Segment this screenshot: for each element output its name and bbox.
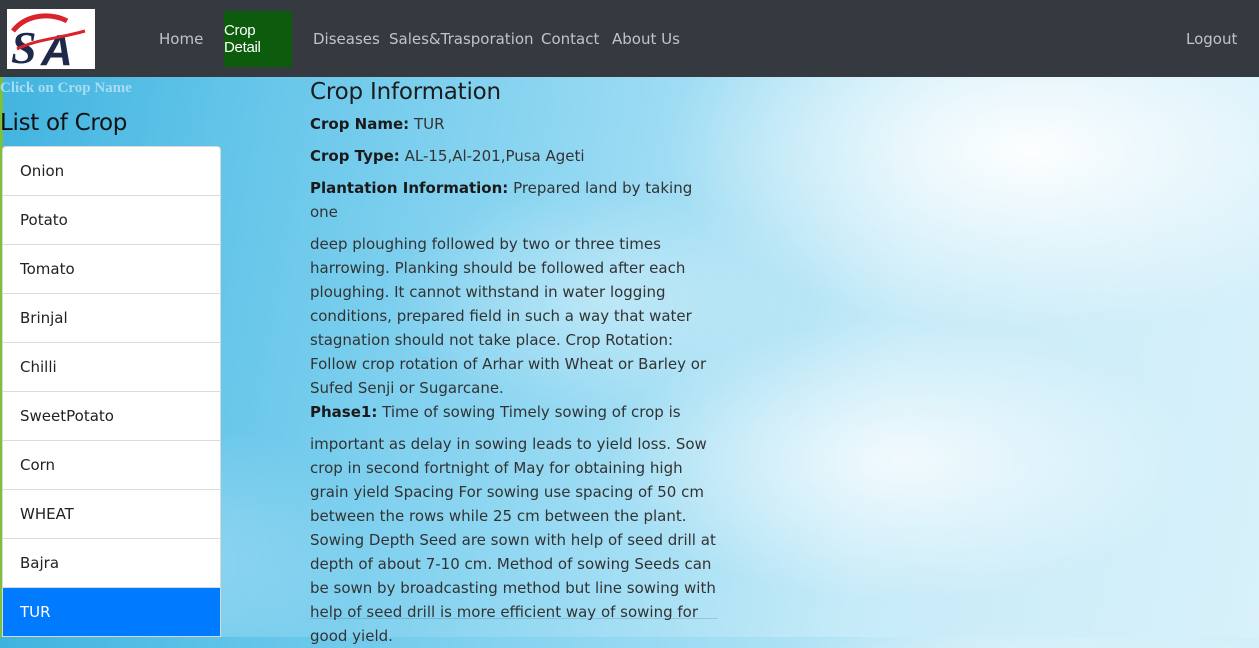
logo-icon: S A	[11, 13, 86, 75]
logout-link[interactable]: Logout	[1186, 30, 1237, 48]
crop-name-label: Crop Name:	[310, 115, 410, 133]
sidebar-hint: Click on Crop Name	[0, 80, 132, 96]
crop-type-label: Crop Type:	[310, 147, 400, 165]
nav-about-us[interactable]: About Us	[612, 30, 680, 48]
crop-info-heading: Crop Information	[310, 79, 501, 105]
sidebar-title: List of Crop	[0, 110, 128, 136]
crop-item-tur[interactable]: TUR	[3, 588, 220, 636]
nav-home[interactable]: Home	[159, 30, 203, 48]
svg-text:A: A	[40, 26, 73, 69]
nav-contact[interactable]: Contact	[541, 30, 599, 48]
crop-item-potato[interactable]: Potato	[3, 196, 220, 245]
plantation-text: deep ploughing followed by two or three …	[310, 235, 707, 397]
crop-list: Onion Potato Tomato Brinjal Chilli Sweet…	[2, 146, 221, 637]
phase1-lead-row: Phase1: Time of sowing Timely sowing of …	[310, 400, 720, 424]
crop-name-value: TUR	[413, 115, 445, 133]
nav-crop-detail[interactable]: Crop Detail	[224, 11, 292, 67]
plantation-lead-row: Plantation Information: Prepared land by…	[310, 176, 720, 224]
crop-type-value: AL-15,Al-201,Pusa Ageti	[404, 147, 585, 165]
nav-sales-transportation[interactable]: Sales&Trasporation	[389, 30, 534, 48]
nav-diseases[interactable]: Diseases	[313, 30, 380, 48]
crop-item-wheat[interactable]: WHEAT	[3, 490, 220, 539]
plantation-label: Plantation Information:	[310, 179, 509, 197]
top-navbar: S A Home Crop Detail Diseases Sales&Tras…	[0, 0, 1259, 77]
crop-item-brinjal[interactable]: Brinjal	[3, 294, 220, 343]
crop-name-row: Crop Name: TUR	[310, 112, 720, 136]
phase1-text: important as delay in sowing leads to yi…	[310, 435, 716, 645]
crop-item-chilli[interactable]: Chilli	[3, 343, 220, 392]
phase1-label: Phase1:	[310, 403, 378, 421]
crop-type-row: Crop Type: AL-15,Al-201,Pusa Ageti	[310, 144, 720, 168]
content-divider	[310, 618, 718, 619]
brand-logo[interactable]: S A	[7, 9, 95, 75]
crop-item-sweetpotato[interactable]: SweetPotato	[3, 392, 220, 441]
crop-item-corn[interactable]: Corn	[3, 441, 220, 490]
crop-item-bajra[interactable]: Bajra	[3, 539, 220, 588]
crop-item-tomato[interactable]: Tomato	[3, 245, 220, 294]
crop-item-onion[interactable]: Onion	[3, 147, 220, 196]
phase1-lead: Time of sowing Timely sowing of crop is	[382, 403, 681, 421]
crop-information-panel: Crop Information Crop Name: TUR Crop Typ…	[310, 76, 720, 648]
